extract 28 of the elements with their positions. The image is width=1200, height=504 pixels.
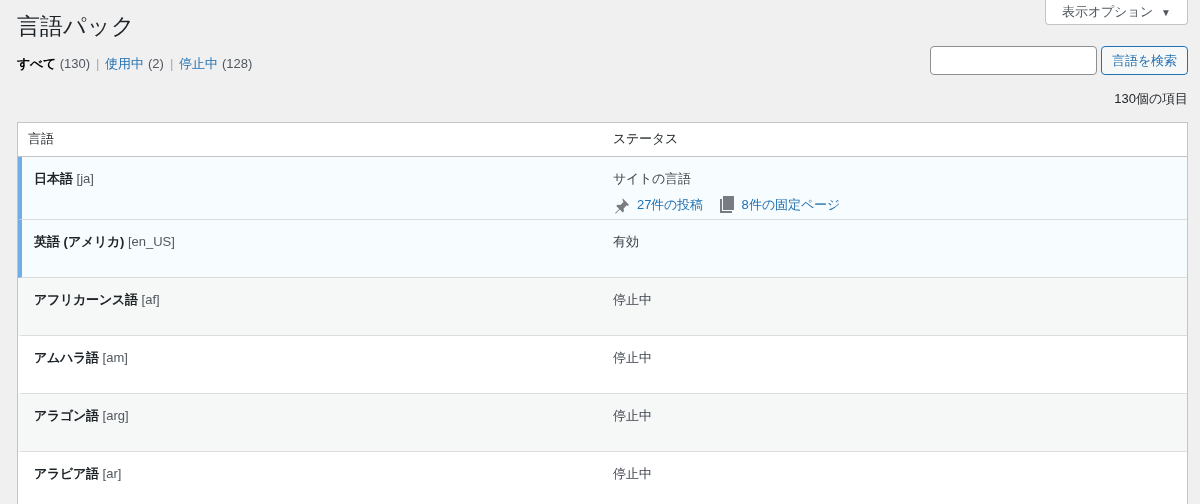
status-text: 停止中	[613, 348, 652, 367]
language-name: アフリカーンス語 [af]	[34, 291, 160, 307]
pages-icon	[719, 195, 736, 214]
page-title: 言語パック	[17, 12, 135, 41]
search-field[interactable]	[930, 46, 1097, 75]
column-header: 言語	[28, 131, 54, 147]
search-button[interactable]: 言語を検索	[1101, 46, 1188, 75]
item-count: 130個の項目	[1114, 90, 1188, 108]
column-header: ステータス	[613, 131, 678, 147]
filter-link[interactable]: 停止中 (128)	[179, 53, 253, 73]
pushpin-icon	[613, 195, 631, 214]
status-text: 停止中	[613, 464, 652, 483]
language-name: 日本語 [ja]	[34, 170, 94, 186]
status-text: 有効	[613, 232, 639, 251]
separator: |	[96, 54, 100, 73]
count-link[interactable]: 27件の投稿	[637, 195, 704, 215]
status-text: 停止中	[613, 406, 652, 425]
language-name: アラゴン語 [arg]	[34, 407, 129, 423]
language-name: アムハラ語 [am]	[34, 349, 128, 365]
filter-link[interactable]: 使用中 (2)	[105, 53, 164, 73]
separator: |	[169, 54, 174, 73]
screen-options-button[interactable]: 表示オプション ▼	[1045, 0, 1188, 25]
count-link[interactable]: 8件の固定ページ	[741, 195, 840, 215]
status-text: 停止中	[613, 290, 652, 309]
language-name: 英語 (アメリカ) [en_US]	[34, 233, 175, 249]
language-name: アラビア語 [ar]	[34, 465, 122, 481]
filter-link[interactable]: すべて (130)	[17, 53, 90, 73]
status-text: サイトの言語	[613, 169, 691, 188]
